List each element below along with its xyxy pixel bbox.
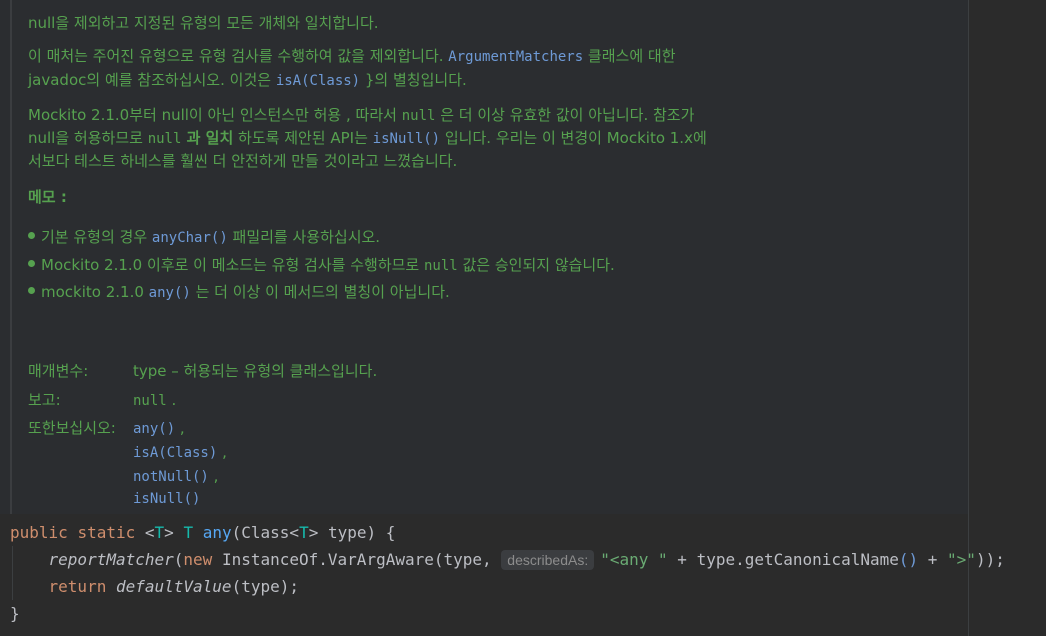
doc-link-notnull[interactable]: notNull() [133, 469, 209, 485]
doc-bullet-item: Mockito 2.1.0 이후로 이 메소드는 유형 검사를 수행하므로 nu… [28, 255, 615, 276]
doc-code-null: null [401, 108, 436, 124]
doc-text: mockito 2.1.0 [41, 283, 149, 301]
doc-text: 서보다 테스트 하네스를 훨씬 더 안전하게 만들 것이라고 느꼈습니다. [28, 152, 458, 170]
code-token: + [918, 550, 948, 569]
doc-text: javadoc의 예를 참조하십시오. 이것은 [28, 71, 276, 89]
doc-link-anychar[interactable]: anyChar() [152, 230, 228, 246]
doc-separator: , [208, 467, 219, 485]
doc-text: 입니다. 우리는 이 변경이 Mockito 1.x에 [440, 129, 707, 147]
doc-text: 하도록 제안된 API는 [233, 129, 373, 147]
doc-text: 클래스에 대한 [583, 47, 676, 65]
keyword-static: static [77, 523, 136, 542]
right-margin-guide [968, 0, 969, 636]
doc-returns-value: null . [133, 390, 176, 411]
doc-see-also-item: notNull() , [133, 466, 218, 487]
type-parameter: T [154, 523, 165, 542]
parameter-name-hint: describedAs: [501, 549, 595, 570]
keyword-new: new [183, 550, 213, 569]
doc-summary: null을 제외하고 지정된 유형의 모든 개체와 일치합니다. [28, 13, 379, 33]
doc-text: 값은 승인되지 않습니다. [457, 256, 615, 274]
javadoc-gutter-rule [10, 0, 12, 514]
doc-paragraph-2-line-2: null을 허용하므로 null 과 일치 하도록 제안된 API는 isNul… [28, 128, 707, 149]
type-parameter: T [299, 523, 309, 542]
doc-link-isa-class[interactable]: isA(Class) [276, 73, 360, 89]
doc-link-argumentmatchers[interactable]: ArgumentMatchers [448, 49, 583, 65]
code-token: (type); [231, 577, 299, 596]
doc-link-isnull[interactable]: isNull() [373, 131, 440, 147]
code-token: } [10, 604, 20, 623]
keyword-return: return [48, 577, 107, 596]
doc-paragraph-2-line-1: Mockito 2.1.0부터 null이 아닌 인스턴스만 허용 , 따라서 … [28, 105, 694, 126]
code-line-report-matcher[interactable]: reportMatcher(new InstanceOf.VarArgAware… [10, 546, 1005, 573]
bullet-dot-icon [28, 232, 35, 239]
doc-text: null을 허용하므로 [28, 129, 148, 147]
doc-text: 패밀리를 사용하십시오. [227, 228, 381, 246]
doc-params-value: type – 허용되는 유형의 클래스입니다. [133, 362, 378, 380]
doc-see-also-item: isNull() [133, 488, 200, 509]
code-token: + type.getCanonicalName [667, 550, 899, 569]
bullet-dot-icon [28, 260, 35, 267]
doc-summary-text: null을 제외하고 지정된 유형의 모든 개체와 일치합니다. [28, 14, 379, 32]
code-line-return[interactable]: return defaultValue(type); [10, 573, 299, 600]
doc-link-any[interactable]: any() [133, 421, 175, 437]
doc-see-also-item: isA(Class) , [133, 442, 227, 463]
code-token: > [164, 523, 174, 542]
code-token: (Class< [231, 523, 300, 542]
doc-paragraph-1-line-2: javadoc의 예를 참조하십시오. 이것은 isA(Class) }의 별칭… [28, 70, 467, 91]
doc-text: Mockito 2.1.0부터 null이 아닌 인스턴스만 허용 , 따라서 [28, 106, 402, 124]
doc-paragraph-1-line-1: 이 매처는 주어진 유형으로 유형 검사를 수행하여 값을 제외합니다. Arg… [28, 46, 676, 67]
code-token: > type) { [308, 523, 396, 542]
doc-text: Mockito 2.1.0 이후로 이 메소드는 유형 검사를 수행하므로 [41, 256, 424, 274]
code-token: () [898, 550, 919, 569]
return-type: T [183, 523, 194, 542]
code-token: ( [173, 550, 184, 569]
doc-text: . [166, 391, 177, 409]
doc-text: 기본 유형의 경우 [41, 228, 152, 246]
code-token: )); [975, 550, 1005, 569]
bullet-dot-icon [28, 287, 35, 294]
doc-memo-heading-text: 메모 : [28, 188, 67, 206]
string-literal: "<any " [600, 550, 668, 569]
code-token: InstanceOf.VarArgAware(type, [212, 550, 502, 569]
doc-separator: , [175, 419, 185, 437]
doc-link-isa-class[interactable]: isA(Class) [133, 445, 217, 461]
doc-memo-heading: 메모 : [28, 187, 67, 207]
doc-text: 이 매처는 주어진 유형으로 유형 검사를 수행하여 값을 제외합니다. [28, 47, 449, 65]
doc-see-also-item: any() , [133, 418, 185, 439]
doc-separator: , [217, 443, 227, 461]
doc-code-null: null [133, 393, 167, 409]
doc-paragraph-2-line-3: 서보다 테스트 하네스를 훨씬 더 안전하게 만들 것이라고 느꼈습니다. [28, 151, 457, 171]
doc-bullet-item: mockito 2.1.0 any() 는 더 이상 이 메서드의 별칭이 아닙… [28, 282, 450, 303]
doc-text: 은 더 이상 유효한 값이 아닙니다. 참조가 [435, 106, 695, 124]
doc-link-isnull[interactable]: isNull() [133, 491, 200, 507]
doc-see-also-label: 또한보십시오: [28, 419, 116, 437]
doc-bullet-item: 기본 유형의 경우 anyChar() 패밀리를 사용하십시오. [28, 227, 380, 248]
code-token: < [144, 523, 155, 542]
doc-strong-text: 과 일치 [181, 129, 234, 147]
method-call: defaultValue [115, 577, 232, 596]
doc-returns-label: 보고: [28, 391, 61, 409]
doc-code-null: null [424, 258, 458, 274]
keyword-public: public [10, 523, 68, 542]
method-name: any [202, 523, 232, 542]
doc-link-any[interactable]: any() [149, 285, 191, 301]
doc-text: }의 별칭입니다. [360, 71, 467, 89]
doc-code-null: null [147, 131, 182, 147]
doc-params-label: 매개변수: [28, 362, 89, 380]
code-line-close-brace[interactable]: } [10, 600, 20, 627]
string-literal: ">" [947, 550, 976, 569]
code-line-signature[interactable]: public static <T> T any(Class<T> type) { [10, 519, 395, 546]
doc-text: 는 더 이상 이 메서드의 별칭이 아닙니다. [190, 283, 450, 301]
method-call: reportMatcher [48, 550, 174, 569]
